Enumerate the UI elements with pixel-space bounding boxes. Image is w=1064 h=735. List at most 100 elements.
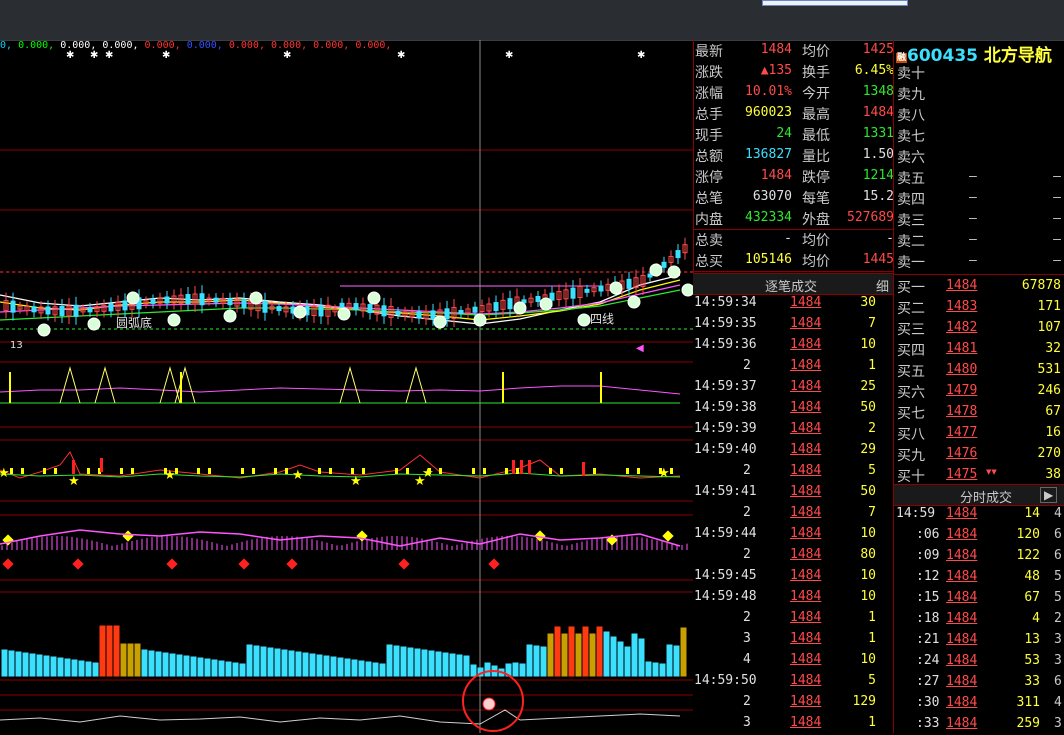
volume-bar xyxy=(120,643,127,677)
volume-bar xyxy=(666,644,673,677)
peak-triangle xyxy=(59,366,81,404)
pattern-label-sixian: 四线 xyxy=(590,312,614,326)
quote-row: 涨停 1484 跌停 1214 xyxy=(694,166,894,187)
code-input[interactable] xyxy=(762,0,908,6)
ask-row[interactable]: 卖一 – – xyxy=(894,251,1064,272)
minute-trades-header: 分时成交 ▶ xyxy=(894,484,1064,506)
tick-row: 2 1484 7 xyxy=(693,503,888,524)
tick-volume: 50 xyxy=(860,484,876,499)
volume-bars xyxy=(1,625,687,677)
ind2-bar xyxy=(483,468,486,474)
tick-price: 1484 xyxy=(790,589,822,604)
bottom-indicator-line xyxy=(0,709,681,725)
bid-row[interactable]: 买九 1476 270 xyxy=(894,444,1064,465)
peak-triangle xyxy=(405,366,427,404)
volume-bar xyxy=(582,626,589,677)
tick-time: 2 xyxy=(743,547,751,562)
arrow-marker: ◀ xyxy=(636,343,644,354)
bid-row[interactable]: 买四 1481 32 xyxy=(894,339,1064,360)
volume-bar xyxy=(435,651,442,677)
indicator3-histogram xyxy=(1,530,688,570)
smiley-icon xyxy=(433,315,447,329)
volume-bar xyxy=(337,657,344,677)
svg-text:✱: ✱ xyxy=(637,50,645,61)
smiley-icon xyxy=(473,313,487,327)
level-label: 买十 xyxy=(897,469,925,485)
candle-body xyxy=(675,250,681,259)
ind2-bar xyxy=(406,468,409,474)
minute-trade-price: 1484 xyxy=(946,695,978,710)
ind2-bar xyxy=(670,468,673,474)
ask-row[interactable]: 卖十 xyxy=(894,62,1064,83)
ask-row[interactable]: 卖六 xyxy=(894,146,1064,167)
order-book: 融600435 北方导航 卖十 卖九 卖八 卖七 卖六 卖五 – – 卖四 – –… xyxy=(893,40,1064,733)
bid-row[interactable]: 买六 1479 246 xyxy=(894,381,1064,402)
quote-value: 63070 xyxy=(752,189,792,204)
level-volume: – xyxy=(1053,253,1061,268)
red-diamond xyxy=(488,558,500,570)
level-volume: – xyxy=(1053,232,1061,247)
candle-body xyxy=(458,309,464,314)
ind2-bar xyxy=(549,468,552,474)
bid-row[interactable]: 买三 1482 107 xyxy=(894,318,1064,339)
minute-trade-volume: 48 xyxy=(1024,569,1040,584)
ask-row[interactable]: 卖五 – – xyxy=(894,167,1064,188)
bid-row[interactable]: 买七 1478 67 xyxy=(894,402,1064,423)
level-label: 卖八 xyxy=(897,108,925,124)
quote-value: 960023 xyxy=(745,105,792,120)
volume-bar xyxy=(512,662,519,677)
ind2-bar xyxy=(362,468,365,474)
smiley-icon xyxy=(87,317,101,331)
quote-label: 总额 xyxy=(695,149,723,165)
tick-time: 14:59:38 xyxy=(694,400,757,415)
tick-list[interactable]: 逐笔成交 细 14:59:34 1484 30 14:59:35 1484 7 14… xyxy=(693,273,893,733)
volume-bar xyxy=(29,653,36,677)
tick-row: 14:59:40 1484 29 xyxy=(693,440,888,461)
volume-bar xyxy=(568,626,575,677)
candle-body xyxy=(108,303,114,312)
quote-value: 1214 xyxy=(862,168,894,183)
expand-arrow-button[interactable]: ▶ xyxy=(1040,487,1058,503)
volume-bar xyxy=(260,646,267,677)
ask-row[interactable]: 卖九 xyxy=(894,83,1064,104)
tick-volume: 10 xyxy=(860,589,876,604)
quote-label: 最低 xyxy=(802,128,830,144)
quote-label: 最新 xyxy=(695,44,723,60)
bid-row[interactable]: 买十 1475 38 xyxy=(894,465,1064,486)
ind2-red-bar xyxy=(512,460,515,474)
tick-volume: 2 xyxy=(868,421,876,436)
bid-row[interactable]: 买二 1483 171 xyxy=(894,297,1064,318)
level-volume: 531 xyxy=(1037,362,1061,377)
quote-label: 量比 xyxy=(802,149,830,165)
tick-row: 14:59:41 1484 50 xyxy=(693,482,888,503)
volume-bar xyxy=(309,653,316,677)
ask-row[interactable]: 卖二 – – xyxy=(894,230,1064,251)
ask-row[interactable]: 卖三 – – xyxy=(894,209,1064,230)
volume-bar xyxy=(232,662,239,677)
ask-row[interactable]: 卖四 – – xyxy=(894,188,1064,209)
tick-row: 2 1484 129 xyxy=(693,692,888,713)
bid-row[interactable]: 买一 1484 67878 xyxy=(894,276,1064,297)
tick-row: 14:59:37 1484 25 xyxy=(693,377,888,398)
smiley-icon xyxy=(513,301,527,315)
tick-price: 1484 xyxy=(790,505,822,520)
quote-label: 外盘 xyxy=(802,212,830,228)
ask-row[interactable]: 卖七 xyxy=(894,125,1064,146)
level-price: 1476 xyxy=(946,446,978,461)
level-volume: 270 xyxy=(1037,446,1061,461)
svg-text:✱: ✱ xyxy=(90,50,98,61)
tick-time: 14:59:41 xyxy=(694,484,757,499)
tick-row: 2 1484 80 xyxy=(693,545,888,566)
ask-row[interactable]: 卖八 xyxy=(894,104,1064,125)
chart-canvas[interactable]: ✱ ✱ ✱ ✱ ✱ ✱ ✱ ✱ 圆弧底 四线 13 ◀ ★★ ★ ★ ★ ★★ ★ xyxy=(0,40,693,733)
volume-bar xyxy=(554,626,561,677)
volume-bar xyxy=(645,661,652,677)
minute-trade-time: :27 xyxy=(916,674,940,689)
bid-row[interactable]: 买八 1477 16 xyxy=(894,423,1064,444)
pattern-label-yuanhudi: 圆弧底 xyxy=(116,315,152,330)
bid-row[interactable]: 买五 1480 531 xyxy=(894,360,1064,381)
red-diamond xyxy=(72,558,84,570)
smiley-icon xyxy=(667,265,681,279)
kline-chart[interactable]: ✱ ✱ ✱ ✱ ✱ ✱ ✱ ✱ 圆弧底 四线 13 ◀ ★ ★ ★ ★ ★ ★ ★ ★ xyxy=(0,40,693,733)
volume-bar xyxy=(8,650,15,677)
